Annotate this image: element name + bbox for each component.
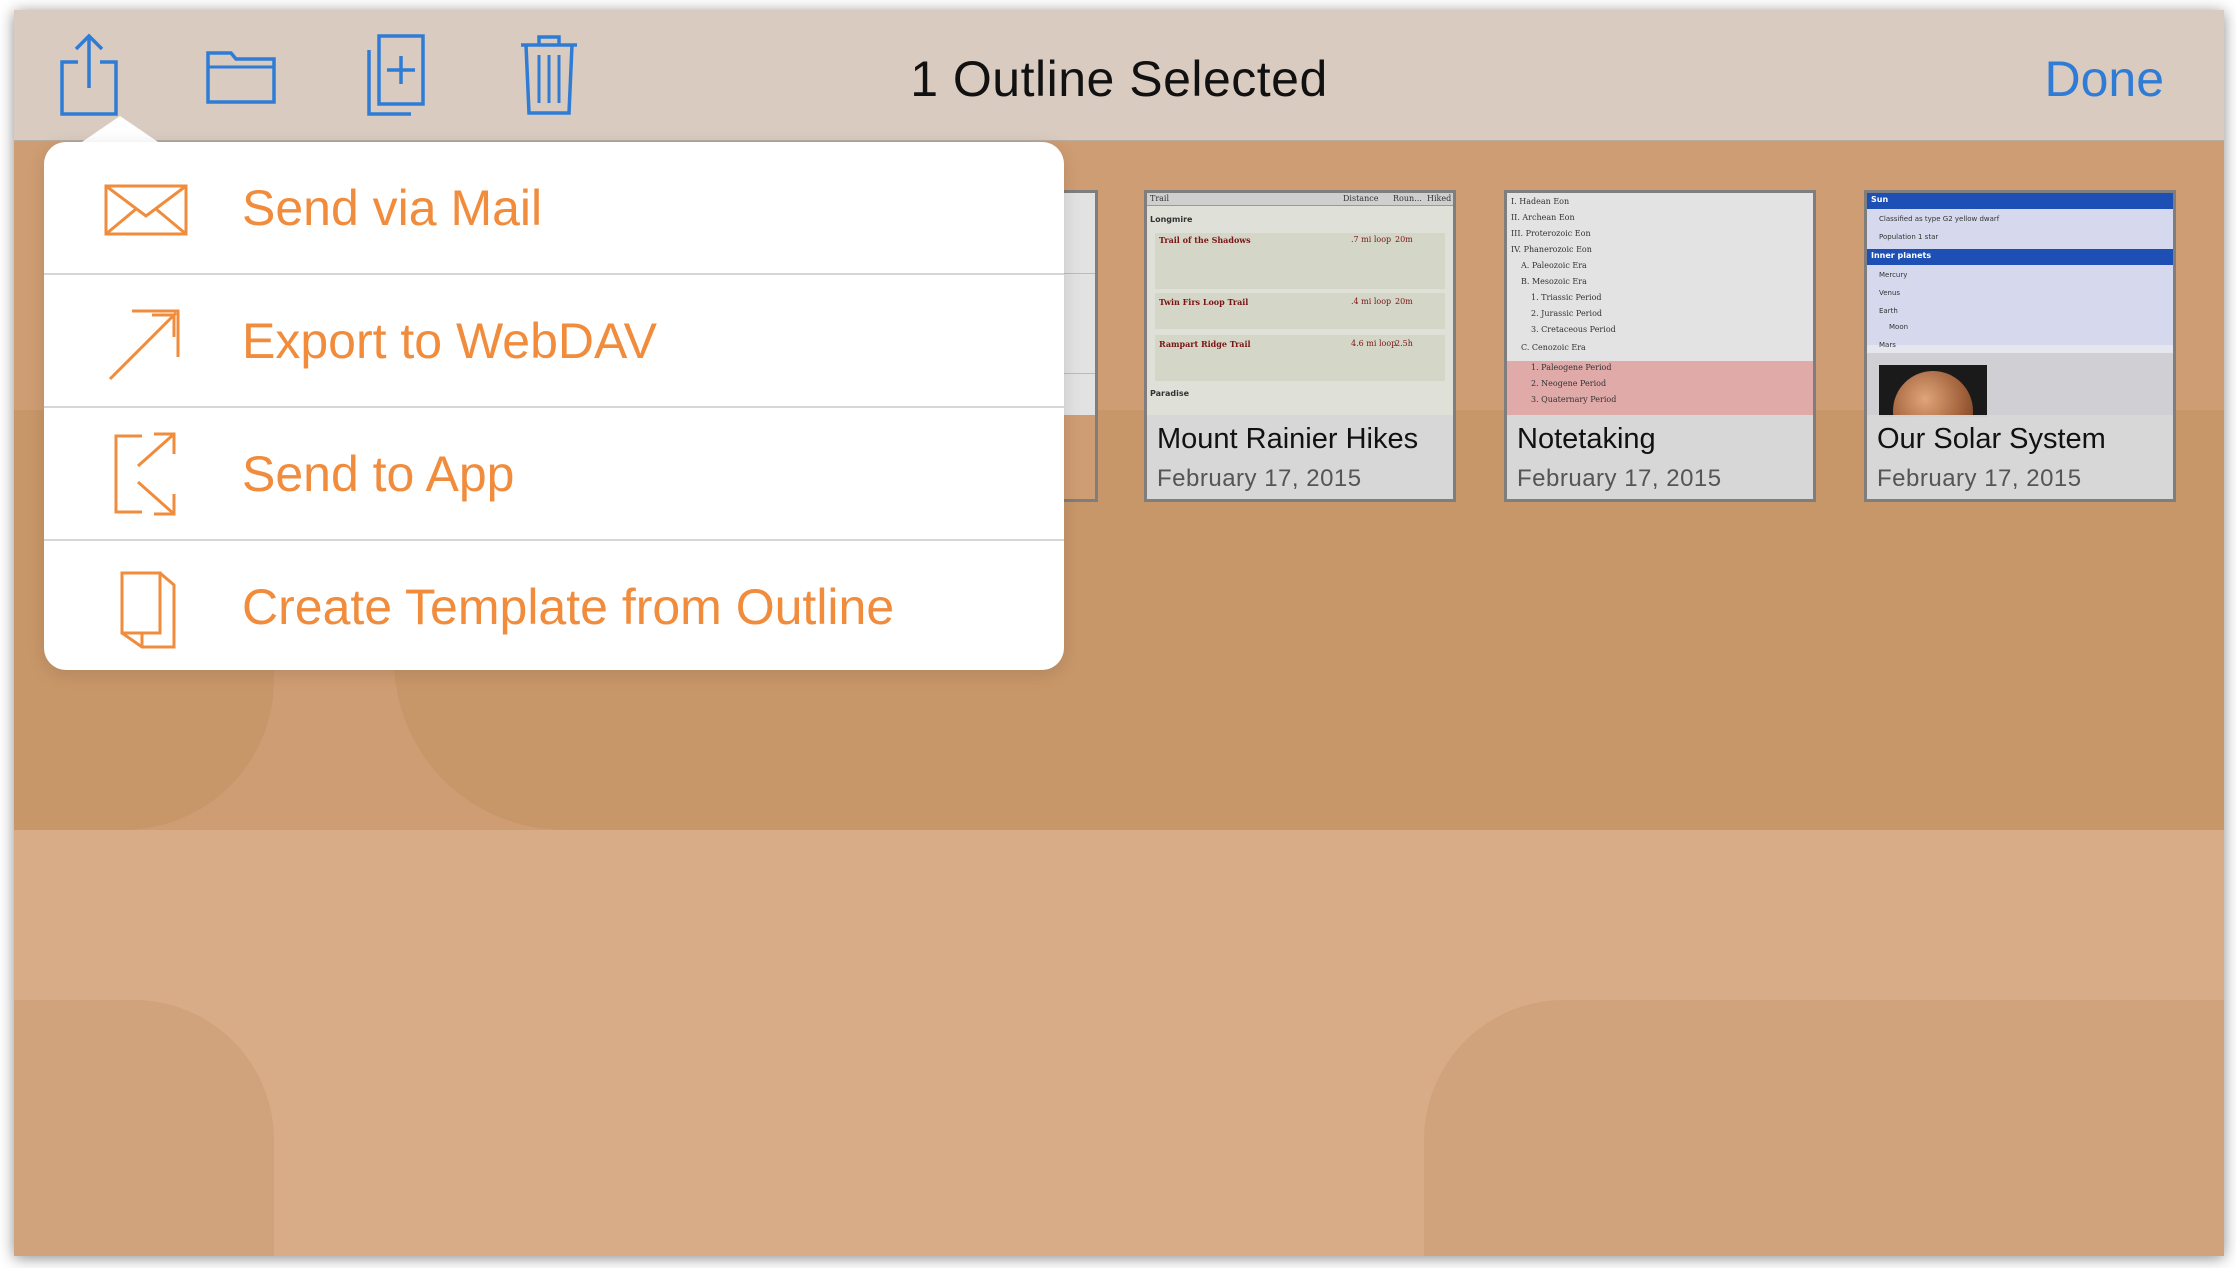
preview-row: IV. Phanerozoic Eon: [1511, 245, 1592, 254]
preview-row: Earth: [1879, 307, 1898, 315]
preview-row: A. Paleozoic Era: [1521, 261, 1587, 270]
preview-row-distance: .7 mi loop: [1351, 235, 1392, 244]
preview-row-time: 2.5h: [1395, 339, 1413, 348]
preview-row: 1. Triassic Period: [1531, 293, 1602, 302]
preview-column-header: Distance: [1343, 194, 1379, 203]
preview-row: C. Cenozoic Era: [1521, 343, 1586, 352]
preview-column-header: Roun...: [1393, 194, 1422, 203]
preview-row: Trail of the Shadows: [1159, 235, 1251, 245]
preview-row: 3. Cretaceous Period: [1531, 325, 1616, 334]
export-arrow-icon: [108, 309, 180, 381]
preview-row-distance: .4 mi loop: [1351, 297, 1392, 306]
preview-row: Twin Firs Loop Trail: [1159, 297, 1249, 307]
template-icon: [120, 571, 176, 649]
preview-row: Inner planets: [1871, 251, 1932, 260]
preview-row: B. Mesozoic Era: [1521, 277, 1587, 286]
done-button[interactable]: Done: [2044, 50, 2164, 108]
create-template-label: Create Template from Outline: [242, 579, 895, 635]
export-to-webdav-item[interactable]: Export to WebDAV: [44, 275, 1064, 406]
document-date: February 17, 2015: [1877, 465, 2082, 492]
document-name: Our Solar System: [1877, 423, 2106, 455]
document-thumbnail: Trail Distance Roun... Hiked Longmire Tr…: [1147, 193, 1453, 415]
preview-row: Classified as type G2 yellow dwarf: [1879, 215, 2000, 223]
preview-row: 1. Paleogene Period: [1531, 363, 1612, 372]
preview-row: Venus: [1879, 289, 1901, 297]
preview-row: Mercury: [1879, 271, 1908, 279]
preview-row: 2. Jurassic Period: [1531, 309, 1602, 318]
preview-row-time: 20m: [1395, 297, 1413, 306]
preview-row: Moon: [1889, 323, 1909, 331]
document-thumbnail: I. Hadean Eon II. Archean Eon III. Prote…: [1507, 193, 1813, 415]
mail-icon: [104, 184, 188, 236]
preview-column-header: Trail: [1150, 194, 1170, 203]
document-date: February 17, 2015: [1517, 465, 1722, 492]
send-to-app-icon: [114, 432, 176, 516]
toolbar: 1 Outline Selected Done: [14, 10, 2224, 141]
background-shape: [14, 1000, 274, 1256]
document-tile[interactable]: I. Hadean Eon II. Archean Eon III. Prote…: [1504, 190, 1816, 502]
background-shape: [1424, 1000, 2224, 1256]
preview-row: 3. Quaternary Period: [1531, 395, 1617, 404]
send-via-mail-item[interactable]: Send via Mail: [44, 142, 1064, 273]
preview-row: 2. Neogene Period: [1531, 379, 1607, 388]
preview-row: II. Archean Eon: [1511, 213, 1575, 222]
preview-row: III. Proterozoic Eon: [1511, 229, 1591, 238]
export-to-webdav-label: Export to WebDAV: [242, 313, 657, 369]
preview-column-header: Hiked: [1427, 194, 1452, 203]
app-window: 1 Outline Selected Done Trail Distance R…: [14, 10, 2224, 1256]
preview-row: Sun: [1871, 195, 1889, 204]
document-caption: Our Solar System February 17, 2015: [1867, 415, 2173, 499]
preview-row-distance: 4.6 mi loop: [1351, 339, 1397, 348]
preview-row: Longmire: [1150, 215, 1193, 224]
mars-image: [1879, 365, 1987, 417]
preview-row: Rampart Ridge Trail: [1159, 339, 1251, 349]
send-to-app-label: Send to App: [242, 446, 515, 502]
document-tile[interactable]: Trail Distance Roun... Hiked Longmire Tr…: [1144, 190, 1456, 502]
preview-row-time: 20m: [1395, 235, 1413, 244]
share-menu-popover: Send via Mail Export to WebDAV Send to A…: [44, 142, 1064, 670]
preview-row: Paradise: [1150, 389, 1190, 398]
preview-row: Mars: [1879, 341, 1896, 349]
page-title: 1 Outline Selected: [910, 51, 1328, 107]
document-date: February 17, 2015: [1157, 465, 1362, 492]
document-caption: Notetaking February 17, 2015: [1507, 415, 1813, 499]
document-tile[interactable]: Sun Classified as type G2 yellow dwarf P…: [1864, 190, 2176, 502]
document-caption: Mount Rainier Hikes February 17, 2015: [1147, 415, 1453, 499]
send-via-mail-label: Send via Mail: [242, 180, 543, 236]
send-to-app-item[interactable]: Send to App: [44, 408, 1064, 539]
document-name: Notetaking: [1517, 423, 1656, 455]
create-template-item[interactable]: Create Template from Outline: [44, 541, 1064, 670]
preview-row: I. Hadean Eon: [1511, 197, 1570, 206]
document-name: Mount Rainier Hikes: [1157, 423, 1419, 455]
preview-row: Population 1 star: [1879, 233, 1939, 241]
document-thumbnail: Sun Classified as type G2 yellow dwarf P…: [1867, 193, 2173, 417]
